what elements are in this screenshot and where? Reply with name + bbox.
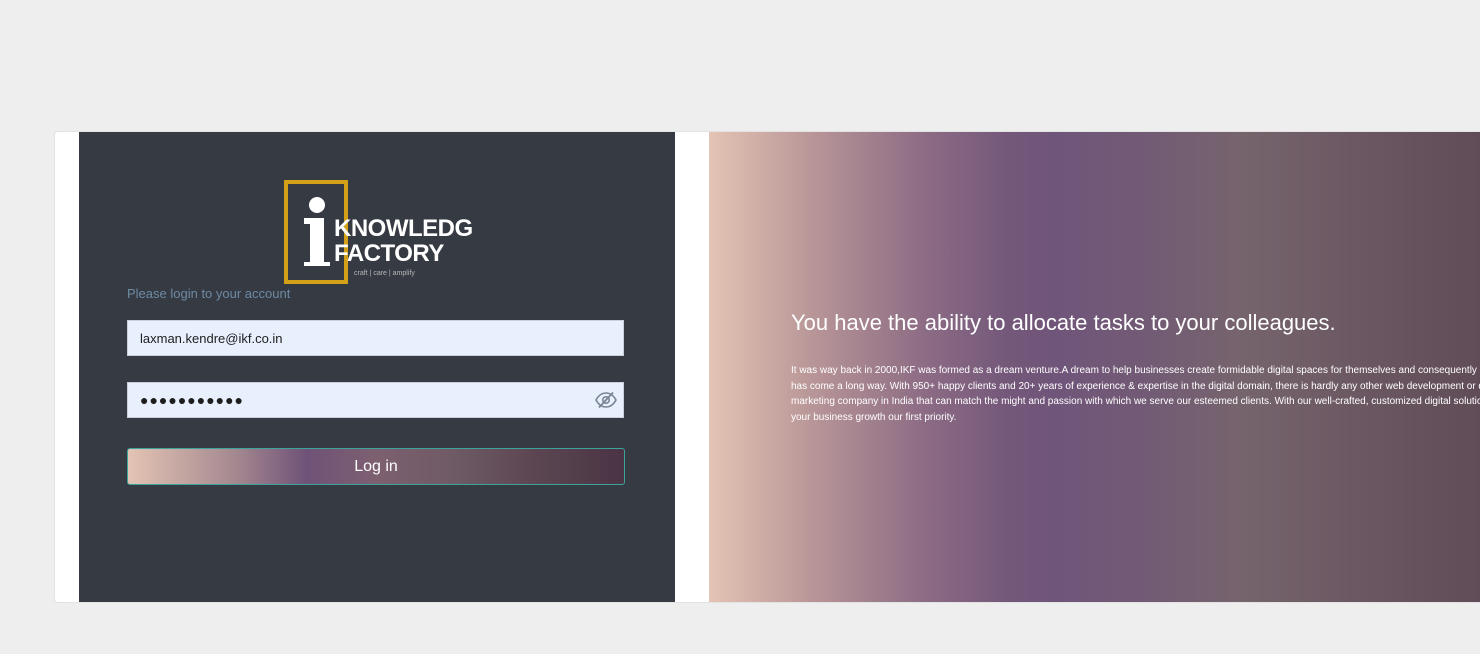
hero-paragraph: It was way back in 2000,IKF was formed a…: [791, 365, 1480, 423]
email-field[interactable]: [128, 321, 623, 355]
logo-line1: KNOWLEDGE: [334, 215, 474, 242]
ikf-logo: KNOWLEDGE FACTORY craft | care | amplify: [284, 180, 474, 286]
login-button[interactable]: Log in: [127, 448, 625, 485]
login-subtitle: Please login to your account: [127, 286, 291, 301]
login-card: KNOWLEDGE FACTORY craft | care | amplify…: [54, 131, 1480, 603]
password-field-wrapper: [127, 382, 624, 418]
logo-line2: FACTORY: [334, 240, 444, 267]
logo-tagline: craft | care | amplify: [354, 270, 415, 277]
password-field[interactable]: [128, 383, 623, 417]
hero-headline: You have the ability to allocate tasks t…: [791, 310, 1336, 335]
eye-slash-icon[interactable]: [595, 390, 617, 410]
hero-panel: You have the ability to allocate tasks t…: [709, 132, 1480, 602]
login-panel: KNOWLEDGE FACTORY craft | care | amplify…: [79, 132, 675, 602]
email-field-wrapper: [127, 320, 624, 356]
